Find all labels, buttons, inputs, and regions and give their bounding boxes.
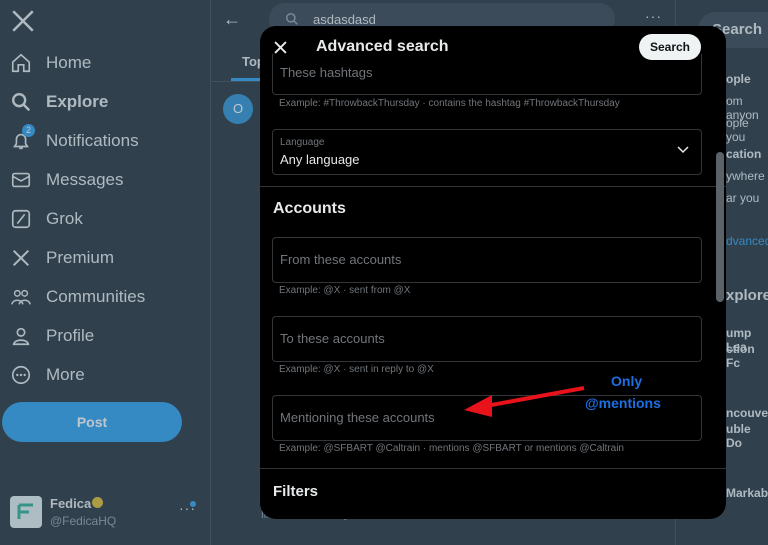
modal-scrollbar[interactable] <box>715 92 724 512</box>
annotation-line-2: @mentions <box>585 395 661 411</box>
from-accounts-placeholder: From these accounts <box>280 252 402 267</box>
language-select[interactable]: Language Any language <box>272 129 702 175</box>
to-accounts-placeholder: To these accounts <box>280 331 385 346</box>
section-divider <box>260 186 726 187</box>
advanced-search-modal: Advanced search Search These hashtags Ex… <box>260 26 726 519</box>
hashtags-placeholder: These hashtags <box>280 65 373 80</box>
language-value: Any language <box>280 152 360 167</box>
scrollbar-thumb[interactable] <box>716 152 724 302</box>
filters-heading: Filters <box>273 483 319 500</box>
annotation-arrow-icon <box>464 386 585 417</box>
mentioning-accounts-hint: Example: @SFBART @Caltrain · mentions @S… <box>279 443 624 454</box>
from-accounts-hint: Example: @X · sent from @X <box>279 285 411 296</box>
hashtags-field[interactable]: These hashtags <box>272 54 702 95</box>
chevron-down-icon <box>677 146 689 154</box>
close-icon[interactable] <box>274 41 287 54</box>
from-accounts-input[interactable]: From these accounts <box>272 237 702 283</box>
language-label: Language <box>280 137 325 148</box>
to-accounts-input[interactable]: To these accounts <box>272 316 702 362</box>
accounts-heading: Accounts <box>273 200 346 217</box>
mentioning-accounts-placeholder: Mentioning these accounts <box>280 410 435 425</box>
to-accounts-hint: Example: @X · sent in reply to @X <box>279 364 434 375</box>
annotation-line-1: Only <box>611 373 643 389</box>
section-divider <box>260 468 726 469</box>
hashtags-hint: Example: #ThrowbackThursday · contains t… <box>279 98 620 109</box>
